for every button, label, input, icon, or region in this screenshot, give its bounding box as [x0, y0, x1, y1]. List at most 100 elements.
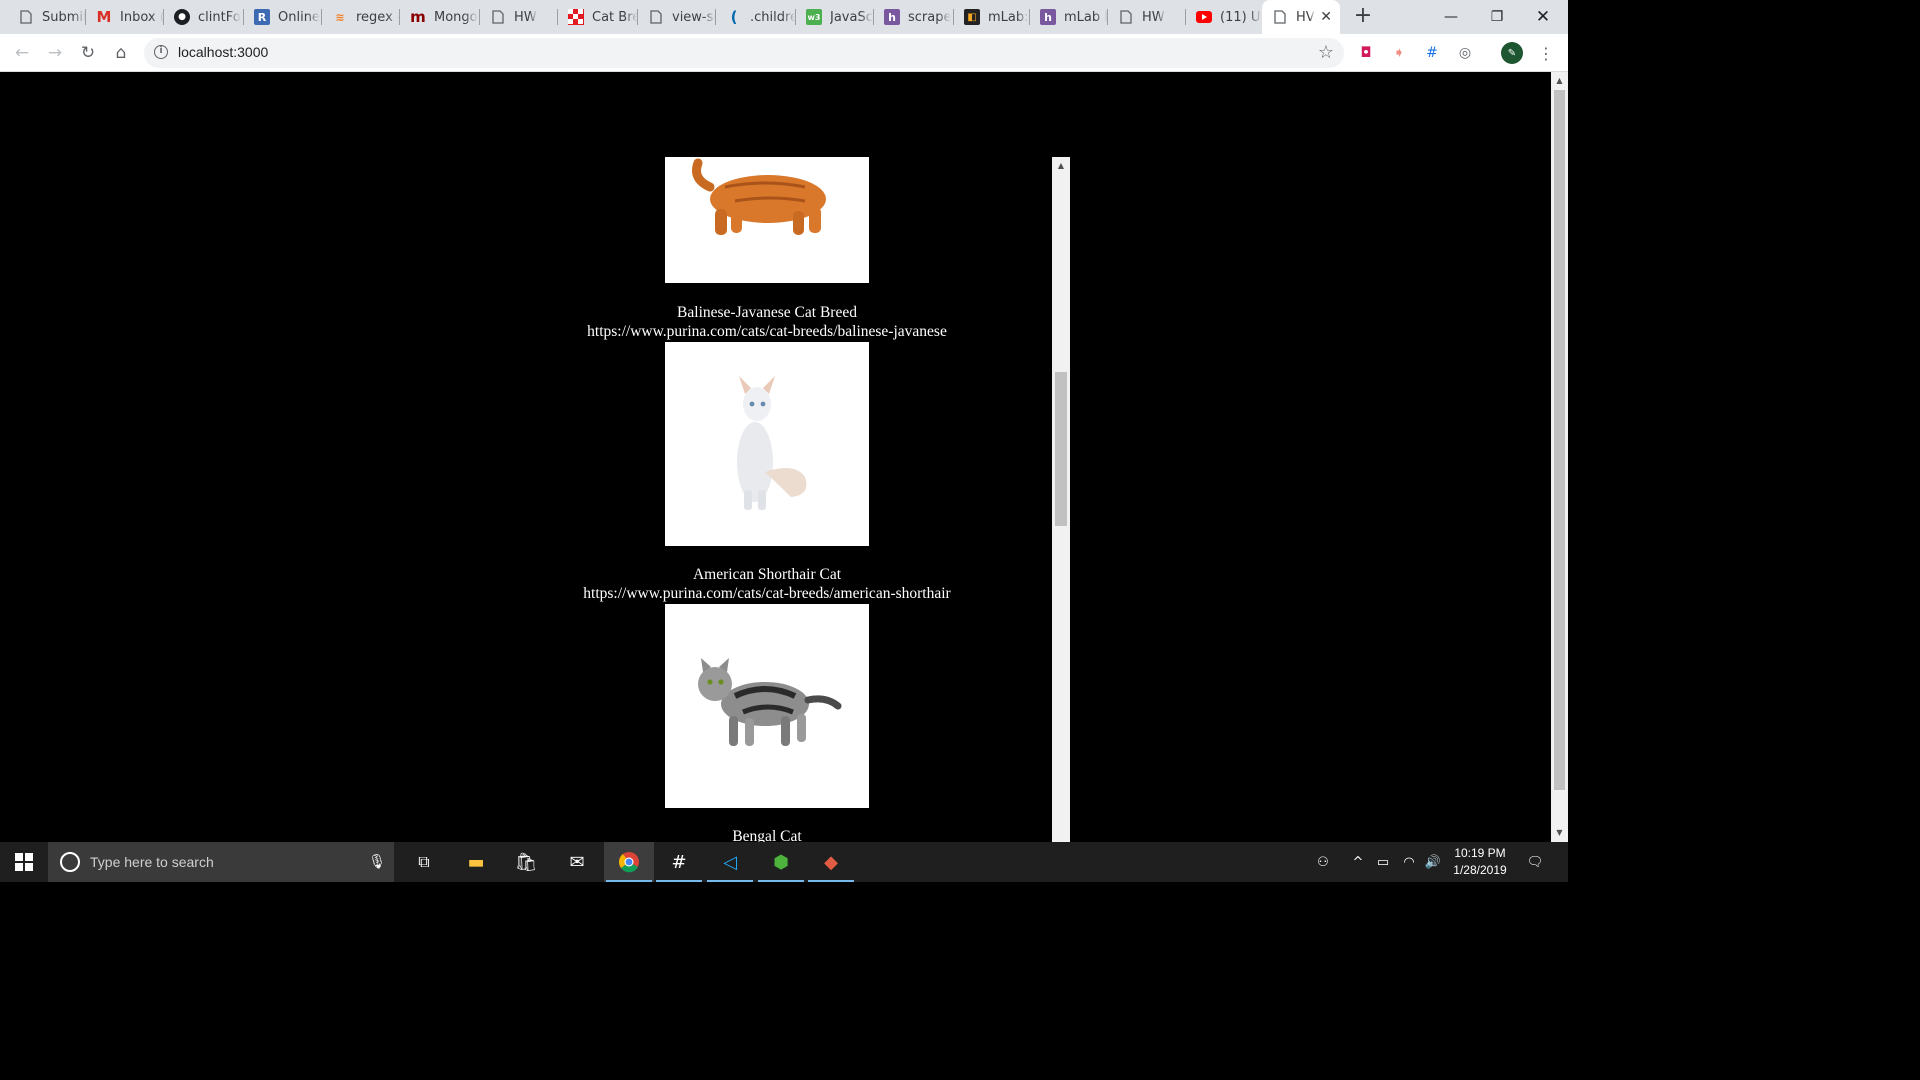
tab-4[interactable]: ≋ regex - [322, 0, 400, 34]
minimize-button[interactable]: — [1428, 0, 1474, 34]
tab-14[interactable]: HW [1108, 0, 1186, 34]
tab-7[interactable]: Cat Bre [558, 0, 638, 34]
heroku-icon: h [884, 9, 900, 25]
mongoose-icon: m [410, 8, 426, 26]
task-view-icon[interactable]: ⧉ [399, 842, 449, 882]
cortana-icon [60, 852, 80, 872]
start-button[interactable] [0, 842, 48, 882]
menu-icon[interactable]: ⋮ [1535, 42, 1557, 64]
mail-icon[interactable]: ✉ [552, 842, 602, 882]
tab-10[interactable]: w3 JavaSc [796, 0, 874, 34]
tab-6[interactable]: HW [480, 0, 558, 34]
wifi-icon[interactable]: ◠ [1398, 842, 1420, 882]
page-icon [490, 9, 506, 25]
tab-active[interactable]: HV ✕ [1262, 0, 1340, 34]
tab-11[interactable]: h scrape [874, 0, 954, 34]
info-icon[interactable]: i [154, 45, 168, 59]
tab-strip: Submit M Inbox ( ● clintFo R Online ≋ re… [0, 0, 1568, 34]
tab-title: HW [1142, 9, 1165, 25]
cat-link[interactable]: https://www.purina.com/cats/cat-breeds/a… [574, 585, 960, 603]
clock-date: 1/28/2019 [1453, 863, 1507, 877]
scrollbar-thumb[interactable] [1055, 372, 1067, 526]
chrome-taskbar-icon[interactable] [604, 842, 654, 882]
people-icon[interactable]: ⚇ [1310, 842, 1336, 882]
taskbar-clock[interactable]: 10:19 PM 1/28/2019 [1440, 845, 1520, 879]
cat-image [665, 604, 869, 808]
tab-title: clintFo [198, 9, 241, 25]
stackoverflow-icon: ≋ [335, 10, 345, 24]
forward-button[interactable]: → [42, 40, 68, 66]
page-icon [648, 9, 664, 25]
tab-12[interactable]: ◧ mLab: [954, 0, 1030, 34]
tab-title: Submit [42, 9, 86, 25]
scroll-up-arrow-icon[interactable]: ▲ [1551, 74, 1568, 88]
new-tab-button[interactable]: + [1352, 5, 1374, 28]
page-icon [18, 9, 34, 25]
windows-taskbar: Type here to search 🎙 ⧉ ▬ 🛍 ✉ # ◁ ⬢ ◆ ⚇ … [0, 842, 1568, 882]
bookmark-star-icon[interactable]: ☆ [1318, 42, 1334, 63]
mongodb-compass-icon[interactable]: ⬢ [756, 842, 806, 882]
jquery-icon: ( [730, 8, 738, 26]
gmail-icon: M [96, 8, 112, 26]
windows-icon [15, 853, 33, 871]
home-button[interactable]: ⌂ [108, 40, 134, 66]
taskbar-search-box[interactable]: Type here to search 🎙 [48, 842, 394, 882]
extension-arrow-icon[interactable]: ➧ [1388, 42, 1410, 64]
tab-13[interactable]: h mLab I [1030, 0, 1108, 34]
slack-icon[interactable]: # [654, 842, 704, 882]
file-explorer-icon[interactable]: ▬ [451, 842, 501, 882]
tab-title: Online [278, 9, 320, 25]
mlab-icon: ◧ [964, 9, 980, 25]
microphone-icon[interactable]: 🎙 [368, 854, 386, 870]
heroku-icon: h [1040, 9, 1056, 25]
purina-icon [568, 9, 584, 25]
pocket-extension-icon[interactable]: ◘ [1355, 42, 1377, 64]
page-scrollbar[interactable]: ▲ ▼ [1551, 72, 1568, 842]
store-icon[interactable]: 🛍 [501, 842, 551, 882]
tab-15[interactable]: (11) Ur [1186, 0, 1262, 34]
gitkraken-icon[interactable]: ◆ [806, 842, 856, 882]
tab-title: (11) Ur [1220, 9, 1262, 25]
address-bar[interactable]: i localhost:3000 ☆ [144, 38, 1344, 68]
vscode-icon[interactable]: ◁ [705, 842, 755, 882]
cat-title: Balinese-Javanese Cat Breed [677, 304, 857, 321]
tab-title: Cat Bre [592, 9, 638, 25]
notifications-icon[interactable]: 🗨 [1522, 842, 1548, 882]
scrollbar-thumb[interactable] [1554, 90, 1565, 790]
battery-icon[interactable]: ▭ [1372, 842, 1394, 882]
tab-title: Inbox ( [120, 9, 164, 25]
cat-image [665, 342, 869, 546]
tab-0[interactable]: Submit [8, 0, 86, 34]
reload-button[interactable]: ↻ [75, 40, 101, 66]
tab-5[interactable]: m Mongo [400, 0, 480, 34]
tab-title: regex - [356, 9, 400, 25]
tab-8[interactable]: view-sc [638, 0, 716, 34]
tab-1[interactable]: M Inbox ( [86, 0, 164, 34]
browser-toolbar: ← → ↻ ⌂ i localhost:3000 ☆ ◘ ➧ # ◎ ✎ ⋮ [0, 34, 1568, 72]
tab-9[interactable]: ( .childre [716, 0, 796, 34]
results-scrollbar[interactable]: ▲ [1052, 157, 1070, 842]
clock-time: 10:19 PM [1454, 846, 1506, 860]
tab-title: Mongo [434, 9, 478, 25]
close-window-button[interactable]: ✕ [1520, 0, 1566, 34]
cat-results-list: Balinese-Javanese Cat Breed https://www.… [574, 157, 1070, 842]
r-icon: R [254, 9, 270, 25]
scroll-up-arrow-icon[interactable]: ▲ [1052, 161, 1070, 170]
tab-title: view-sc [672, 9, 716, 25]
grid-extension-icon[interactable]: # [1421, 42, 1443, 64]
tab-title: .childre [750, 9, 796, 25]
cat-link[interactable]: https://www.purina.com/cats/cat-breeds/b… [574, 323, 960, 341]
tab-2[interactable]: ● clintFo [164, 0, 244, 34]
back-button[interactable]: ← [9, 40, 35, 66]
tab-title: HV [1296, 9, 1315, 25]
tab-title: HW [514, 9, 537, 25]
url-text[interactable]: localhost:3000 [178, 44, 268, 60]
circle-extension-icon[interactable]: ◎ [1454, 42, 1476, 64]
w3schools-icon: w3 [806, 9, 822, 25]
close-tab-icon[interactable]: ✕ [1320, 9, 1332, 25]
show-hidden-icons[interactable]: ^ [1348, 842, 1368, 882]
tab-3[interactable]: R Online [244, 0, 322, 34]
profile-avatar[interactable]: ✎ [1501, 42, 1523, 64]
scroll-down-arrow-icon[interactable]: ▼ [1551, 826, 1568, 840]
restore-button[interactable]: ❐ [1474, 0, 1520, 34]
